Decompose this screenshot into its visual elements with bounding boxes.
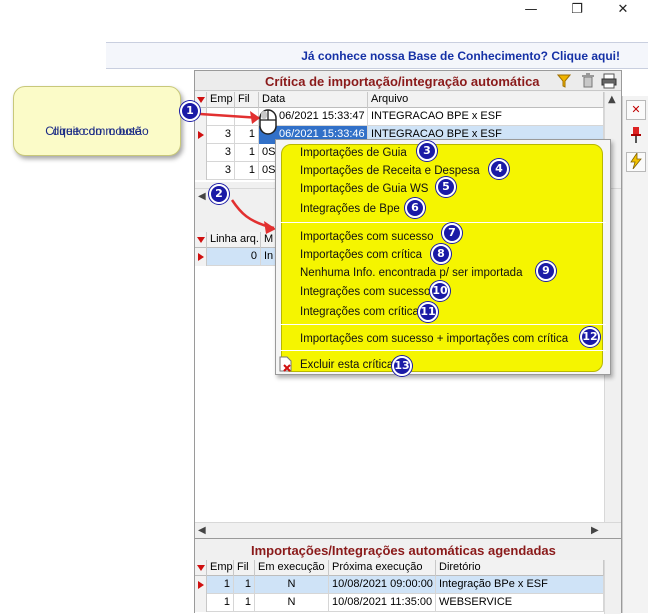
menu-item-integracoes-critica[interactable]: Integrações com crítica (300, 304, 419, 320)
menu-item-integracoes-sucesso[interactable]: Integrações com sucesso (300, 284, 430, 300)
table-row[interactable]: 1 1 N 10/08/2021 11:35:00 WEBSERVICE (195, 594, 604, 612)
menu-item-importacoes-guia[interactable]: Importações de Guia (300, 145, 407, 161)
lightning-icon[interactable] (626, 151, 646, 172)
cell-arquivo: INTEGRACAO BPE x ESF (368, 108, 604, 126)
cell-proxima-execucao: 10/08/2021 11:35:00 (329, 594, 436, 612)
step-badge-9: 9 (536, 261, 556, 281)
row-indicator (195, 576, 207, 594)
instruction-callout: Clique com o botão direito do mouse (13, 86, 181, 156)
agendadas-grid-vscroll[interactable] (604, 560, 621, 614)
menu-separator (280, 324, 606, 325)
agendadas-grid: Emp Fil Em execução Próxima execução Dir… (195, 560, 604, 614)
cell-fil: 1 (234, 576, 255, 594)
trash-icon[interactable] (581, 73, 595, 89)
col-arquivo[interactable]: Arquivo (368, 92, 604, 108)
step-badge-10: 10 (430, 281, 450, 301)
cell-emp: 1 (207, 576, 234, 594)
table-row[interactable]: 1 1 N 10/08/2021 09:00:00 Integração BPe… (195, 576, 604, 594)
col-fil[interactable]: Fil (234, 560, 255, 576)
agendadas-grid-header: Emp Fil Em execução Próxima execução Dir… (195, 560, 604, 576)
critica-title-bar: Crítica de importação/integração automát… (195, 71, 621, 91)
col-proxima-execucao[interactable]: Próxima execução (329, 560, 436, 576)
callout-line-2: direito do mouse (52, 124, 142, 138)
close-icon[interactable]: ✕ (626, 100, 646, 120)
cell-linha: 0 (207, 248, 261, 266)
menu-item-excluir-critica[interactable]: Excluir esta crítica (300, 357, 393, 373)
step-badge-13: 13 (392, 356, 412, 376)
menu-item-importacoes-critica[interactable]: Importações com crítica (300, 247, 422, 263)
step-badge-4: 4 (489, 159, 509, 179)
right-toolbar: ✕ (622, 96, 648, 613)
minimize-button[interactable]: — (508, 0, 554, 22)
agendadas-panel: Importações/Integrações automáticas agen… (194, 538, 622, 614)
menu-item-guia-ws[interactable]: Importações de Guia WS (300, 181, 428, 197)
step-badge-8: 8 (431, 244, 451, 264)
row-indicator (195, 248, 207, 266)
menu-item-integracoes-bpe[interactable]: Integrações de Bpe (300, 201, 400, 217)
cell-em-execucao: N (255, 576, 329, 594)
knowledge-base-link[interactable]: Já conhece nossa Base de Conhecimento? C… (301, 49, 620, 63)
cell-diretorio: WEBSERVICE (436, 594, 604, 612)
close-window-button[interactable]: ✕ (600, 0, 646, 22)
cell-proxima-execucao: 10/08/2021 09:00:00 (329, 576, 436, 594)
cell-emp: 1 (207, 594, 234, 612)
menu-item-nenhuma-info[interactable]: Nenhuma Info. encontrada p/ ser importad… (300, 265, 522, 281)
menu-separator (280, 222, 606, 223)
col-diretorio[interactable]: Diretório (436, 560, 604, 576)
menu-item-importacoes-sucesso[interactable]: Importações com sucesso (300, 229, 434, 245)
delete-document-icon (279, 356, 292, 372)
row-indicator (195, 594, 207, 612)
step-badge-5: 5 (436, 177, 456, 197)
step-badge-7: 7 (442, 223, 462, 243)
agendadas-title: Importações/Integrações automáticas agen… (251, 543, 556, 558)
step-badge-11: 11 (418, 302, 438, 322)
step-badge-6: 6 (405, 198, 425, 218)
menu-item-receita-despesa[interactable]: Importações de Receita e Despesa (300, 163, 480, 179)
step-badge-3: 3 (417, 141, 437, 161)
critica-title: Crítica de importação/integração automát… (265, 74, 540, 89)
print-icon[interactable] (601, 73, 617, 89)
menu-item-sucesso-e-critica[interactable]: Importações com sucesso + importações co… (300, 331, 568, 347)
detail-grid-hscroll[interactable]: ◀ ▶ (195, 522, 621, 539)
filter-icon[interactable] (557, 74, 571, 88)
step-badge-1: 1 (180, 101, 200, 121)
menu-separator (280, 350, 606, 351)
header-indicator (195, 560, 207, 576)
col-em-execucao[interactable]: Em execução (255, 560, 329, 576)
cell-diretorio: Integração BPe x ESF (436, 576, 604, 594)
step-badge-12: 12 (580, 327, 600, 347)
cell-em-execucao: N (255, 594, 329, 612)
maximize-button[interactable]: ❐ (554, 0, 600, 22)
step-badge-2: 2 (209, 184, 229, 204)
cell-fil: 1 (234, 594, 255, 612)
col-emp[interactable]: Emp (207, 560, 234, 576)
knowledge-base-banner: Já conhece nossa Base de Conhecimento? C… (106, 42, 648, 69)
mouse-icon (259, 109, 277, 135)
pin-icon[interactable] (626, 126, 646, 146)
